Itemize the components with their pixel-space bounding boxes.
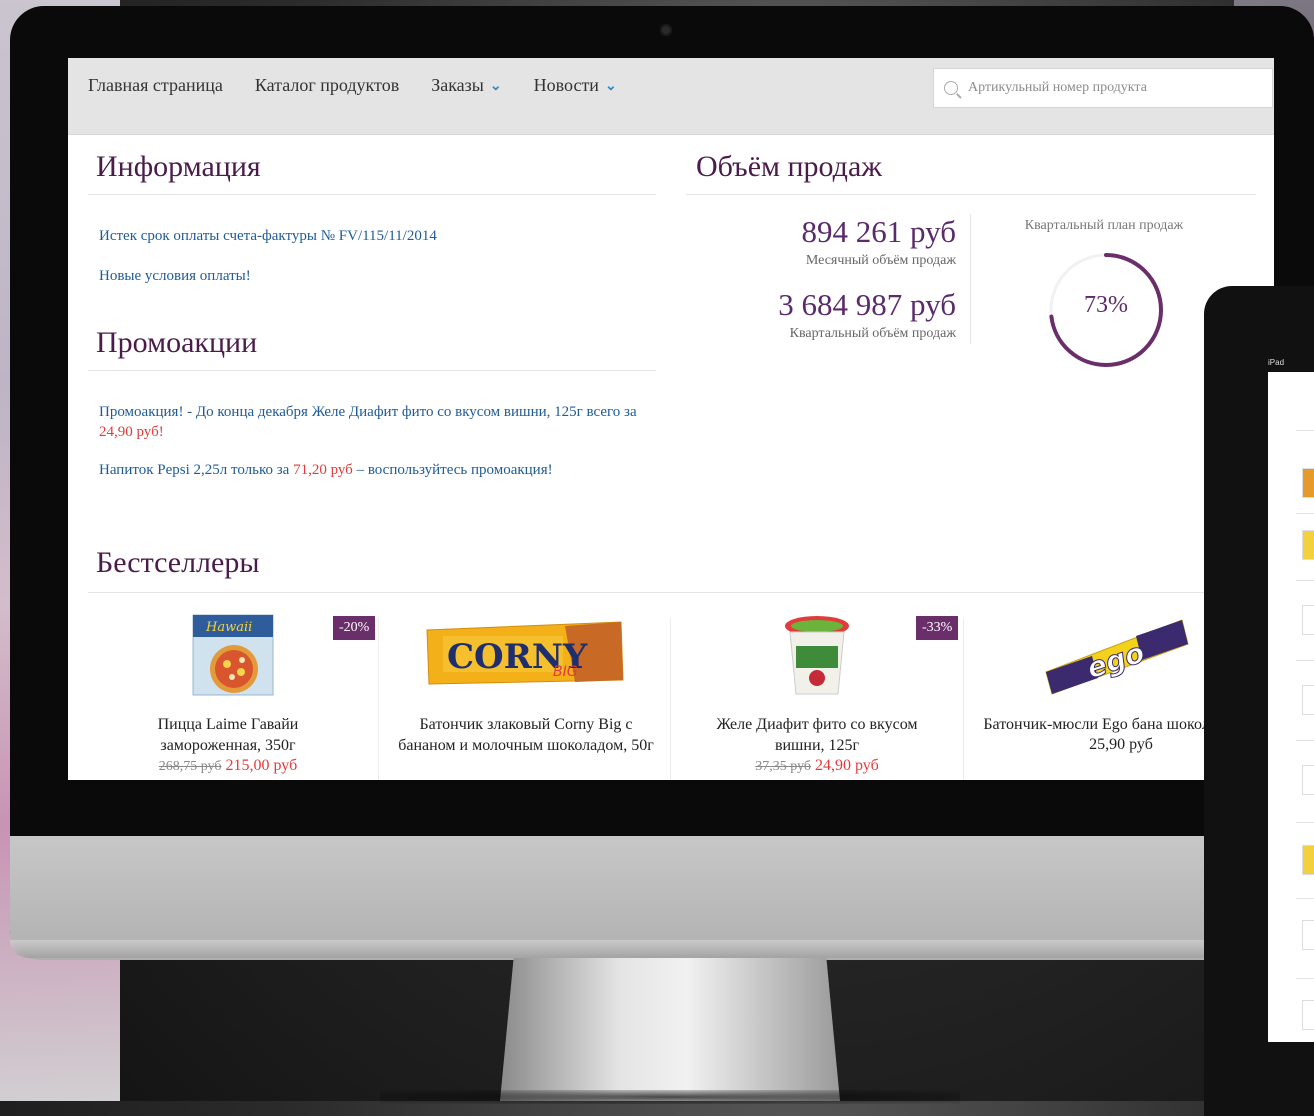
- search-box: [933, 68, 1273, 108]
- nav-catalog[interactable]: Каталог продуктов: [255, 75, 399, 96]
- ipad-list-thumb: [1302, 1000, 1314, 1030]
- ipad-list-thumb: [1302, 920, 1314, 950]
- product-card-corny[interactable]: CORNY BIG Батончик злаковый Corny Big с …: [383, 612, 668, 780]
- nav-home-label: Главная страница: [88, 75, 223, 95]
- ipad-list-thumb: [1302, 765, 1314, 795]
- monthly-sales-label: Месячный объём продаж: [805, 253, 956, 268]
- nav-news-label: Новости: [533, 75, 599, 95]
- new-price: 215,00 руб: [225, 757, 298, 774]
- imac-stand: [500, 958, 840, 1101]
- nav-catalog-label: Каталог продуктов: [254, 75, 400, 95]
- monthly-sales-value: 894 261 руб: [801, 214, 956, 249]
- ipad-status: iPad: [1268, 358, 1285, 367]
- nav-news[interactable]: Новости ⌄: [534, 75, 617, 96]
- promo-item-pepsi-suffix: – воспользуйтесь промоакция!: [352, 462, 553, 478]
- divider: [1296, 978, 1314, 979]
- chevron-down-icon: ⌄: [489, 79, 502, 94]
- search-input[interactable]: [966, 79, 1260, 97]
- old-price: 268,75 руб: [158, 759, 222, 774]
- product-name: Батончик злаковый Corny Big с бананом и …: [398, 716, 654, 754]
- divider: [1296, 513, 1314, 514]
- divider: [378, 618, 379, 780]
- chevron-down-icon: ⌄: [604, 79, 617, 94]
- divider: [970, 214, 971, 344]
- divider: [686, 194, 1256, 195]
- info-title: Информация: [96, 150, 261, 183]
- jelly-image: [785, 616, 849, 695]
- ipad-list-thumb: [1302, 468, 1314, 498]
- new-price: 25,90 руб: [1089, 736, 1153, 753]
- imac-chin-edge: [10, 940, 1314, 958]
- imac-screen: Главная страница Каталог продуктов Заказ…: [68, 58, 1274, 780]
- info-link-invoice[interactable]: Истек срок оплаты счета-фактуры № FV/115…: [99, 226, 437, 246]
- corny-image: CORNY BIG: [426, 621, 624, 685]
- sales-title: Объём продаж: [696, 150, 882, 183]
- corny-sub: BIG: [553, 664, 578, 680]
- divider: [1296, 898, 1314, 899]
- ipad-list-thumb: [1302, 605, 1314, 635]
- promo-item-jelly-text: Промоакция! - До конца декабря Желе Диаф…: [99, 404, 637, 420]
- divider: [88, 370, 656, 371]
- plan-percent: 73%: [1084, 292, 1128, 318]
- pizza-image: Hawaii: [192, 614, 274, 696]
- ipad-list-thumb: [1302, 845, 1314, 875]
- quarterly-sales-value: 3 684 987 руб: [778, 287, 956, 322]
- divider: [88, 194, 656, 195]
- pizza-logo: Hawaii: [205, 620, 252, 635]
- nav-home[interactable]: Главная страница: [88, 75, 223, 96]
- product-price: 268,75 руб 215,00 руб: [118, 756, 338, 777]
- product-name: Пицца Laime Гавайи замороженная, 350г: [157, 716, 299, 754]
- discount-badge: -33%: [916, 616, 959, 640]
- old-price: 37,35 руб: [755, 759, 812, 774]
- divider: [1296, 430, 1314, 431]
- divider: [1296, 740, 1314, 741]
- promo-item-jelly-price: 24,90 руб!: [99, 424, 164, 440]
- nav-menu: Главная страница Каталог продуктов Заказ…: [88, 75, 617, 96]
- info-link-payment-terms[interactable]: Новые условия оплаты!: [99, 266, 251, 286]
- ipad-list-thumb: [1302, 685, 1314, 715]
- promo-title: Промоакции: [96, 326, 258, 359]
- camera-icon: [660, 24, 672, 36]
- divider: [670, 618, 671, 780]
- nav-orders-label: Заказы: [431, 75, 484, 95]
- discount-badge: -20%: [333, 616, 376, 640]
- ego-image: ego: [1045, 619, 1189, 695]
- promo-item-pepsi-text: Напиток Pepsi 2,25л только за: [99, 462, 294, 478]
- divider: [1296, 660, 1314, 661]
- divider: [1296, 580, 1314, 581]
- search-icon[interactable]: [944, 81, 958, 95]
- product-price: 37,35 руб 24,90 руб: [694, 756, 940, 777]
- promo-item-jelly[interactable]: Промоакция! - До конца декабря Желе Диаф…: [99, 402, 639, 442]
- divider: [1296, 822, 1314, 823]
- nav-orders[interactable]: Заказы ⌄: [431, 75, 501, 96]
- promo-item-pepsi-price: 71,20 руб: [293, 462, 353, 478]
- ipad-list-thumb: [1302, 530, 1314, 560]
- promo-item-pepsi[interactable]: Напиток Pepsi 2,25л только за 71,20 руб …: [99, 460, 553, 480]
- product-name: Желе Диафит фито со вкусом вишни, 125г: [716, 716, 918, 754]
- quarterly-sales-label: Квартальный объём продаж: [789, 326, 956, 341]
- divider: [963, 618, 964, 780]
- plan-label: Квартальный план продаж: [1024, 218, 1184, 233]
- divider: [88, 592, 1274, 593]
- stand-shadow: [380, 1090, 960, 1104]
- top-navbar: Главная страница Каталог продуктов Заказ…: [68, 58, 1274, 135]
- ego-logo: ego: [1083, 636, 1149, 685]
- bestsellers-title: Бестселлеры: [96, 546, 260, 579]
- new-price: 24,90 руб: [815, 757, 879, 774]
